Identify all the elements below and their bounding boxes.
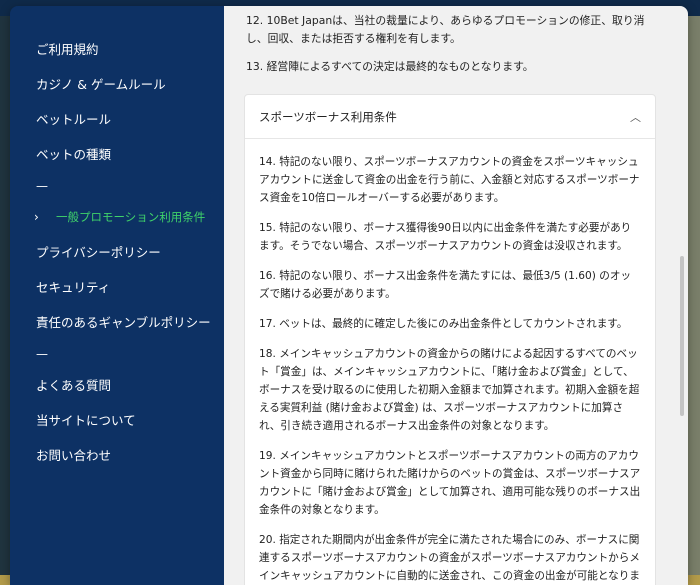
sidebar-item-bet-types[interactable]: ベットの種類: [10, 137, 224, 172]
sidebar-item-casino-game-rules[interactable]: カジノ & ゲームルール: [10, 67, 224, 102]
chevron-right-icon: ›: [34, 210, 39, 224]
terms-paragraph: 16. 特記のない限り、ボーナス出金条件を満たすには、最低3/5 (1.60) …: [259, 270, 632, 300]
terms-paragraph: 14. 特記のない限り、スポーツボーナスアカウントの資金をスポーツキャッシュアカ…: [259, 156, 640, 204]
terms-paragraph: 18. メインキャッシュアカウントの資金からの賭けによる起因するすべてのベット「…: [259, 348, 640, 432]
sidebar-item-terms-of-use[interactable]: ご利用規約: [10, 32, 224, 67]
chevron-up-icon: ︿: [630, 110, 641, 124]
sidebar-item-faq[interactable]: よくある質問: [10, 368, 224, 403]
terms-content[interactable]: 12. 10Bet Japanは、当社の裁量により、あらゆるプロモーションの修正…: [224, 6, 688, 585]
accordion-body: 14. 特記のない限り、スポーツボーナスアカウントの資金をスポーツキャッシュアカ…: [245, 139, 655, 585]
sidebar-separator: —: [36, 347, 48, 361]
terms-paragraph: 19. メインキャッシュアカウントとスポーツボーナスアカウントの両方のアカウント…: [259, 450, 641, 516]
terms-paragraph: 20. 指定された期間内が出金条件が完全に満たされた場合にのみ、ボーナスに関連す…: [259, 534, 640, 582]
terms-paragraph: 15. 特記のない限り、ボーナス獲得後90日以内に出金条件を満たす必要があります…: [259, 222, 632, 252]
sports-bonus-accordion: スポーツボーナス利用条件 ︿ 14. 特記のない限り、スポーツボーナスアカウント…: [244, 94, 656, 585]
sidebar: ご利用規約 カジノ & ゲームルール ベットルール ベットの種類 — › 一般プ…: [10, 6, 224, 585]
terms-paragraph: 12. 10Bet Japanは、当社の裁量により、あらゆるプロモーションの修正…: [246, 14, 645, 45]
sidebar-item-security[interactable]: セキュリティ: [10, 270, 224, 305]
terms-paragraph: 13. 経営陣によるすべての決定は最終的なものとなります。: [246, 60, 534, 73]
sidebar-item-about-us[interactable]: 当サイトについて: [10, 403, 224, 438]
content-text: 12. 10Bet Japanは、当社の裁量により、あらゆるプロモーションの修正…: [246, 6, 664, 86]
sidebar-item-privacy-policy[interactable]: プライバシーポリシー: [10, 235, 224, 270]
sidebar-item-label: 一般プロモーション利用条件: [56, 210, 206, 224]
terms-paragraph: 17. ベットは、最終的に確定した後にのみ出金条件としてカウントされます。: [259, 318, 628, 330]
sidebar-separator: —: [36, 179, 48, 193]
scrollbar-thumb[interactable]: [680, 256, 684, 416]
sidebar-item-general-promotion-terms[interactable]: › 一般プロモーション利用条件: [10, 200, 224, 235]
accordion-header[interactable]: スポーツボーナス利用条件 ︿: [245, 95, 655, 139]
sidebar-item-bet-rules[interactable]: ベットルール: [10, 102, 224, 137]
sidebar-item-contact[interactable]: お問い合わせ: [10, 438, 224, 473]
accordion-title: スポーツボーナス利用条件: [259, 109, 397, 124]
terms-modal: ご利用規約 カジノ & ゲームルール ベットルール ベットの種類 — › 一般プ…: [10, 6, 688, 585]
sidebar-item-responsible-gambling[interactable]: 責任のあるギャンブルポリシー: [10, 305, 224, 340]
